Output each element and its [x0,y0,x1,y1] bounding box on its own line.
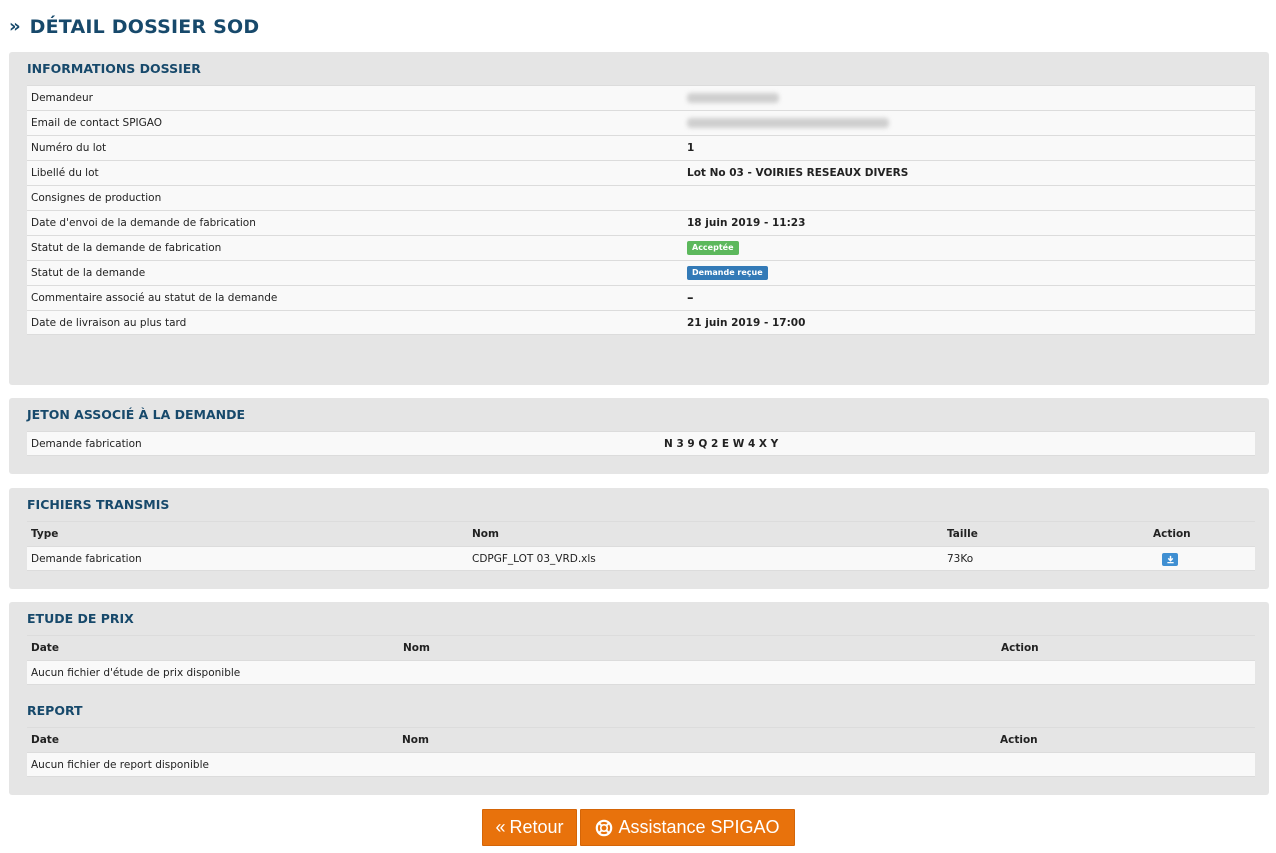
info-row-statut-fabrication: Statut de la demande de fabrication Acce… [27,235,1255,260]
col-header-nom: Nom [402,734,429,746]
download-icon[interactable] [1162,552,1178,566]
info-value: 1 [687,142,695,154]
col-header-action: Action [1153,528,1191,540]
informations-table: Demandeur Email de contact SPIGAO Numéro… [27,85,1255,335]
etude-table: Date Nom Action Aucun fichier d'étude de… [27,635,1255,685]
jeton-title: JETON ASSOCIÉ À LA DEMANDE [27,407,246,422]
info-value: 18 juin 2019 - 11:23 [687,217,806,229]
etude-empty-row: Aucun fichier d'étude de prix disponible [27,660,1255,685]
file-name: CDPGF_LOT 03_VRD.xls [472,553,596,565]
info-label: Numéro du lot [31,142,107,154]
page-title: » DÉTAIL DOSSIER SOD [9,14,259,40]
file-size: 73Ko [947,553,974,565]
info-row-email: Email de contact SPIGAO [27,110,1255,135]
double-chevron-left-icon: « [495,817,506,837]
double-chevron-right-icon: » [9,16,21,37]
jeton-row: Demande fabrication N 3 9 Q 2 E W 4 X Y [27,431,1255,456]
badge-text: Acceptée [687,241,739,255]
etude-title: ETUDE DE PRIX [27,611,134,626]
lifebuoy-icon [595,819,613,837]
info-label: Libellé du lot [31,167,99,179]
col-header-date: Date [31,734,59,746]
file-type: Demande fabrication [31,553,142,565]
status-badge-received: Demande reçue [687,261,768,285]
badge-text: Demande reçue [687,266,768,280]
info-row-date-livraison: Date de livraison au plus tard 21 juin 2… [27,310,1255,335]
report-empty-row: Aucun fichier de report disponible [27,752,1255,777]
info-row-commentaire: Commentaire associé au statut de la dema… [27,285,1255,310]
table-row: Demande fabrication CDPGF_LOT 03_VRD.xls… [27,546,1255,571]
report-empty-message: Aucun fichier de report disponible [31,759,209,771]
assistance-button[interactable]: Assistance SPIGAO [580,809,795,846]
report-table: Date Nom Action Aucun fichier de report … [27,727,1255,777]
info-value: Lot No 03 - VOIRIES RESEAUX DIVERS [687,167,909,179]
report-title: REPORT [27,703,83,718]
report-header-row: Date Nom Action [27,727,1255,752]
page-title-text: DÉTAIL DOSSIER SOD [29,16,260,38]
etude-empty-message: Aucun fichier d'étude de prix disponible [31,667,241,679]
col-header-action: Action [1000,734,1038,746]
col-header-type: Type [31,528,59,540]
info-value: 21 juin 2019 - 17:00 [687,317,806,329]
status-badge-accepted: Acceptée [687,236,739,260]
info-row-demandeur: Demandeur [27,85,1255,110]
col-header-nom: Nom [472,528,499,540]
info-value-blurred [687,111,889,135]
info-label: Statut de la demande [31,267,146,279]
informations-title: INFORMATIONS DOSSIER [27,61,201,76]
info-row-numero-lot: Numéro du lot 1 [27,135,1255,160]
info-label: Statut de la demande de fabrication [31,242,222,254]
informations-panel: INFORMATIONS DOSSIER Demandeur Email de … [9,52,1269,385]
fichiers-panel: FICHIERS TRANSMIS Type Nom Taille Action… [9,488,1269,589]
jeton-value: N 3 9 Q 2 E W 4 X Y [664,438,779,450]
etude-report-panel: ETUDE DE PRIX Date Nom Action Aucun fich… [9,602,1269,795]
download-button[interactable] [1162,547,1178,571]
jeton-panel: JETON ASSOCIÉ À LA DEMANDE Demande fabri… [9,398,1269,474]
fichiers-title: FICHIERS TRANSMIS [27,497,170,512]
assistance-label: Assistance SPIGAO [618,817,780,837]
retour-label: Retour [509,817,564,837]
col-header-taille: Taille [947,528,978,540]
jeton-table: Demande fabrication N 3 9 Q 2 E W 4 X Y [27,431,1255,456]
jeton-label: Demande fabrication [31,438,142,450]
fichiers-header-row: Type Nom Taille Action [27,521,1255,546]
info-row-statut-demande: Statut de la demande Demande reçue [27,260,1255,285]
info-label: Commentaire associé au statut de la dema… [31,292,278,304]
info-row-consignes: Consignes de production [27,185,1255,210]
info-row-libelle-lot: Libellé du lot Lot No 03 - VOIRIES RESEA… [27,160,1255,185]
retour-button[interactable]: « Retour [482,809,577,846]
info-value: – [687,290,694,306]
info-label: Consignes de production [31,192,162,204]
info-label: Email de contact SPIGAO [31,117,163,129]
info-value-blurred [687,86,779,110]
info-row-date-envoi: Date d'envoi de la demande de fabricatio… [27,210,1255,235]
info-label: Date de livraison au plus tard [31,317,187,329]
col-header-action: Action [1001,642,1039,654]
fichiers-table: Type Nom Taille Action Demande fabricati… [27,521,1255,571]
etude-header-row: Date Nom Action [27,635,1255,660]
info-label: Demandeur [31,92,93,104]
info-label: Date d'envoi de la demande de fabricatio… [31,217,256,229]
col-header-date: Date [31,642,59,654]
col-header-nom: Nom [403,642,430,654]
